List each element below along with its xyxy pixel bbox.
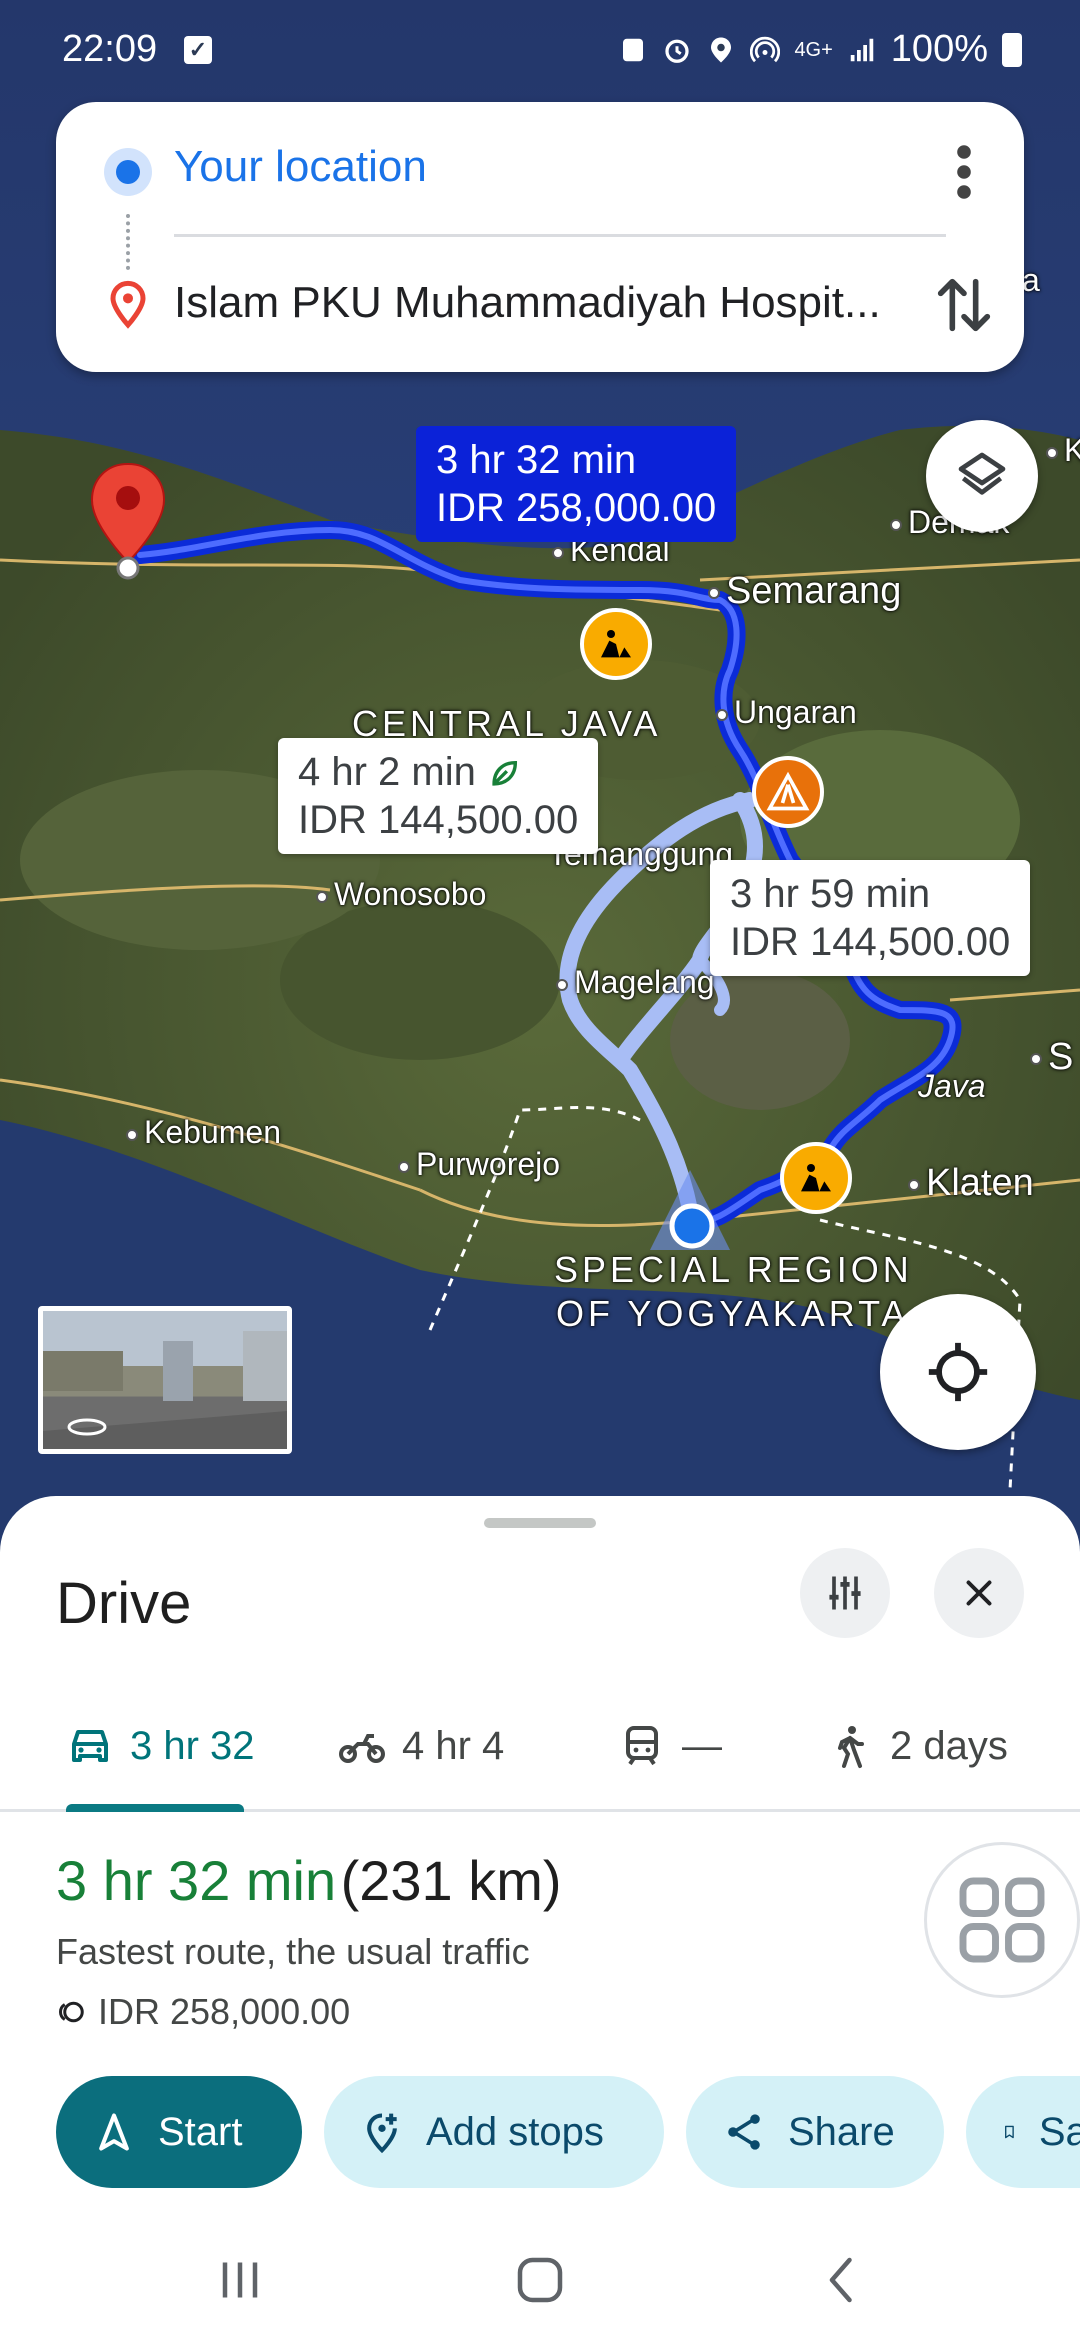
status-time: 22:09 [62, 28, 158, 70]
car-icon [72, 1730, 108, 1762]
more-options-icon[interactable] [944, 142, 984, 202]
location-icon [711, 37, 732, 62]
data-saver-icon [623, 38, 644, 61]
route-duration: 3 hr 32 min [436, 438, 637, 482]
roadwork-icon[interactable] [580, 608, 652, 680]
destination-field[interactable]: Islam PKU Muhammadiyah Hospit... [174, 278, 894, 328]
share-button[interactable]: Share [686, 2076, 944, 2188]
swap-direction-icon[interactable] [936, 272, 992, 338]
place-label: Ungaran [716, 694, 857, 731]
tab-motorcycle[interactable]: 4 hr 4 [338, 1686, 504, 1806]
transit-icon [626, 1726, 658, 1766]
directions-card: Your location Islam PKU Muhammadiyah Hos… [56, 102, 1024, 372]
navigation-arrow-icon [99, 2113, 129, 2151]
status-bar: 22:09 ✓ 4G+ 100% [0, 0, 1080, 100]
route-connector [126, 214, 130, 270]
tab-drive-label: 3 hr 32 [130, 1723, 255, 1768]
origin-field[interactable]: Your location [174, 142, 427, 192]
roadwork-icon[interactable] [780, 1142, 852, 1214]
place-label: Purworejo [398, 1146, 560, 1183]
battery-percent: 100% [890, 28, 988, 70]
hotspot-icon [750, 36, 781, 62]
active-tab-indicator [66, 1804, 244, 1812]
add-stops-button[interactable]: Add stops [324, 2076, 664, 2188]
close-button[interactable] [934, 1548, 1024, 1638]
route-distance: (231 km) [340, 1849, 562, 1912]
travel-mode-tabs: 3 hr 32 4 hr 4 — 2 days [0, 1686, 1080, 1812]
layers-button[interactable] [926, 420, 1038, 532]
battery-icon [1002, 32, 1022, 67]
place-label: S [1030, 1036, 1073, 1079]
recenter-button[interactable] [880, 1294, 1036, 1450]
sheet-drag-handle[interactable] [484, 1518, 596, 1528]
motorcycle-icon [339, 1734, 385, 1763]
sheet-title: Drive [56, 1571, 192, 1636]
tab-drive[interactable]: 3 hr 32 [66, 1686, 255, 1806]
add-stops-label: Add stops [426, 2109, 604, 2154]
route-callout-selected[interactable]: 3 hr 32 min IDR 258,000.00 [416, 426, 737, 542]
route-callout-alt[interactable]: 3 hr 59 min IDR 144,500.00 [710, 860, 1031, 976]
your-location-dot-icon [104, 148, 152, 196]
bottom-sheet: Drive 3 hr 32 4 hr 4 — 2 days 3 hr 32 mi… [0, 1496, 1080, 2340]
tune-icon [829, 1576, 861, 1610]
street-view-thumbnail[interactable] [38, 1306, 292, 1454]
field-divider [174, 234, 946, 237]
add-location-icon [367, 2113, 397, 2154]
bookmark-icon [1005, 2125, 1014, 2139]
region-label: OF YOGYAKARTA [556, 1293, 910, 1334]
back-icon[interactable] [812, 2250, 872, 2310]
place-label: Magelang [556, 964, 715, 1001]
checkbox-notification-icon: ✓ [184, 36, 212, 64]
alarm-icon [665, 39, 690, 63]
road-closure-icon[interactable] [752, 756, 824, 828]
home-icon[interactable] [510, 2250, 570, 2310]
route-summary[interactable]: 3 hr 32 min (231 km) Fastest route, the … [56, 1848, 562, 2033]
save-label: Save [1038, 2109, 1080, 2154]
walk-icon [838, 1726, 864, 1768]
save-button[interactable]: Save [966, 2076, 1080, 2188]
route-cost: IDR 258,000.00 [436, 486, 717, 530]
place-label: Kebumen [126, 1114, 281, 1151]
region-label: SPECIAL REGION [554, 1249, 913, 1290]
route-duration: 4 hr 2 min [298, 750, 476, 794]
toll-icon [59, 2001, 84, 2023]
place-label: Wonosobo [316, 876, 486, 913]
route-duration: 3 hr 32 min [56, 1849, 337, 1912]
destination-marker-icon [110, 280, 146, 329]
eco-leaf-icon [492, 761, 518, 787]
system-nav-bar [0, 2220, 1080, 2340]
my-location-icon [928, 1342, 988, 1402]
route-description: Fastest route, the usual traffic [56, 1931, 530, 1972]
tab-motorcycle-label: 4 hr 4 [402, 1723, 505, 1768]
close-icon [966, 1580, 992, 1606]
grid-icon [959, 1877, 1045, 1963]
tab-walk-label: 2 days [890, 1723, 1008, 1768]
layers-icon [958, 452, 1006, 495]
route-cost: IDR 144,500.00 [730, 920, 1011, 964]
place-label: Java [918, 1068, 986, 1104]
place-label: Semarang [708, 570, 901, 613]
route-callout-alt[interactable]: 4 hr 2 min IDR 144,500.00 [278, 738, 599, 854]
route-options-button[interactable] [800, 1548, 890, 1638]
signal-icon [850, 38, 874, 61]
start-button[interactable]: Start [56, 2076, 302, 2188]
toll-cost: IDR 258,000.00 [98, 1991, 351, 2032]
tab-transit[interactable]: — [618, 1686, 722, 1806]
destination-pin-icon[interactable] [88, 462, 168, 582]
route-cost: IDR 144,500.00 [298, 798, 579, 842]
tab-transit-label: — [682, 1723, 722, 1768]
place-label: K [1046, 432, 1080, 469]
start-label: Start [158, 2109, 243, 2154]
place-label: Klaten [908, 1162, 1034, 1205]
share-label: Share [788, 2109, 895, 2154]
share-icon [728, 2114, 760, 2150]
place-label: a [1022, 262, 1040, 298]
recent-apps-icon[interactable] [210, 2250, 270, 2310]
route-duration: 3 hr 59 min [730, 872, 931, 916]
tab-walk[interactable]: 2 days [826, 1686, 1008, 1806]
network-type: 4G+ [794, 38, 833, 61]
route-steps-button[interactable] [924, 1842, 1080, 1998]
action-buttons: Start Add stops Share Save [56, 2076, 1080, 2188]
